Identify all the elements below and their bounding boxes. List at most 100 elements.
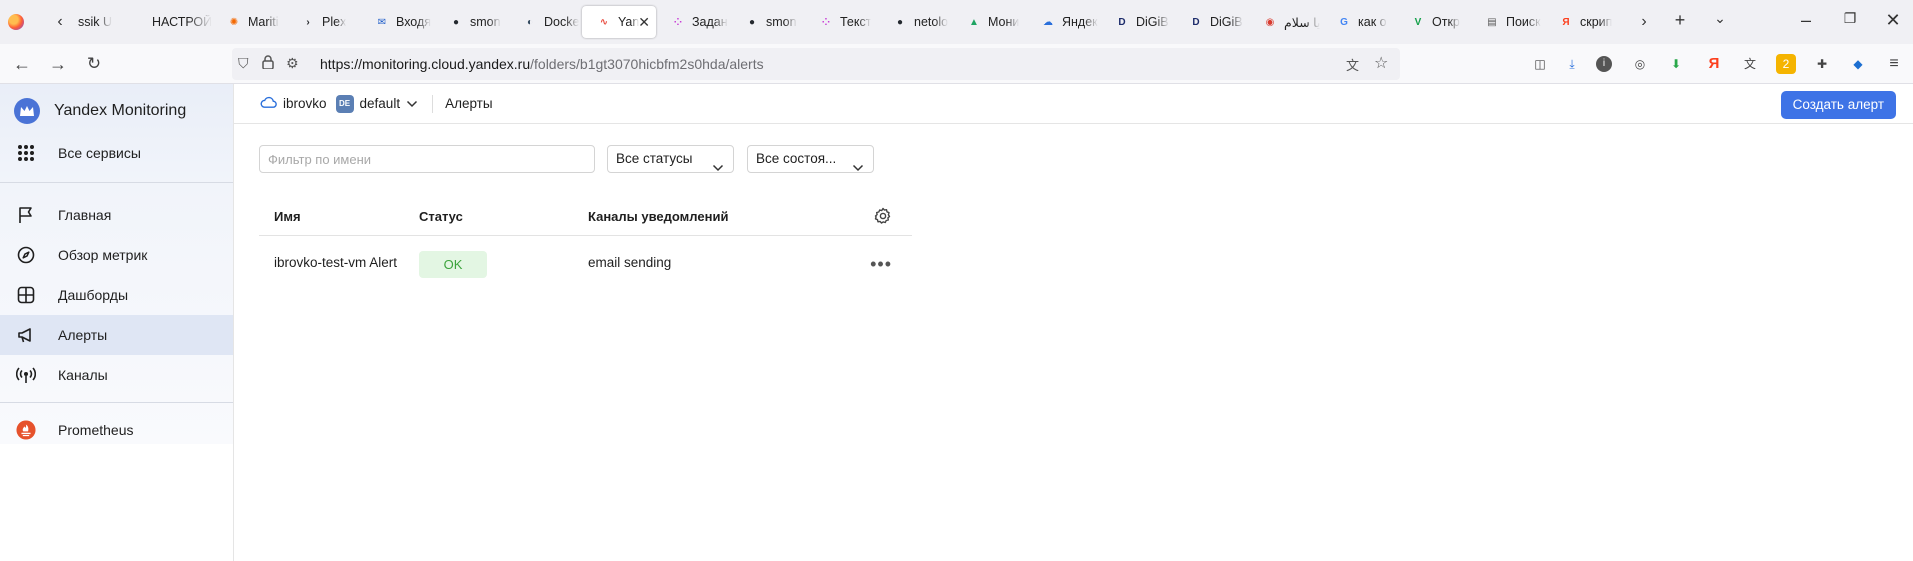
- browser-tab-label: Текст: [840, 15, 872, 29]
- minimize-window-icon[interactable]: –: [1794, 10, 1818, 31]
- dots-icon: ⁘: [821, 16, 831, 28]
- page-header: ibrovko DE default Алерты Создать алерт: [234, 84, 1913, 124]
- breadcrumb-folder-label: default: [359, 96, 401, 111]
- yandex-extension-icon[interactable]: Я: [1704, 54, 1724, 74]
- restore-window-icon[interactable]: ❐: [1838, 10, 1862, 27]
- sidebar-item-prometheus[interactable]: Prometheus: [0, 410, 233, 450]
- browser-tab[interactable]: ∿ Yan ✕: [582, 6, 656, 38]
- dots-icon: ⁘: [673, 16, 683, 28]
- browser-tab[interactable]: НАСТРОЙ: [138, 6, 212, 38]
- browser-tab[interactable]: ● smon: [434, 6, 508, 38]
- profile-extension-icon[interactable]: ◆: [1848, 54, 1868, 74]
- new-tab-icon[interactable]: +: [1668, 10, 1692, 31]
- download-helper-icon[interactable]: ⬇: [1666, 54, 1686, 74]
- sidebar-item-label: Главная: [58, 207, 112, 223]
- forward-icon[interactable]: →: [46, 52, 70, 76]
- firefox-menu-icon[interactable]: [8, 14, 24, 30]
- all-services-button[interactable]: Все сервисы: [0, 133, 233, 173]
- create-alert-button[interactable]: Создать алерт: [1780, 91, 1896, 119]
- back-icon[interactable]: ←: [10, 52, 34, 76]
- browser-tab-label: Мони: [988, 15, 1020, 29]
- site-permissions-icon[interactable]: ⚙: [286, 55, 299, 72]
- compass-icon: [16, 245, 36, 265]
- grafana-icon: ✺: [229, 16, 239, 28]
- app-menu-icon[interactable]: ≡: [1884, 54, 1904, 74]
- close-tab-icon[interactable]: ✕: [638, 14, 650, 30]
- close-window-icon[interactable]: ✕: [1881, 10, 1905, 31]
- browser-tab-label: НАСТРОЙ: [152, 15, 212, 29]
- state-filter-select[interactable]: Все состоя...: [747, 145, 874, 173]
- sidebar-divider: [0, 182, 233, 183]
- breadcrumb-cloud[interactable]: ibrovko: [260, 96, 327, 111]
- url-bar[interactable]: ⛉ ⚙ https://monitoring.cloud.yandex.ru/f…: [232, 48, 1400, 80]
- monitoring-logo-icon: [14, 98, 40, 124]
- folder-badge: DE: [335, 94, 354, 113]
- sidebar-item-channels[interactable]: Каналы: [0, 355, 233, 395]
- browser-tab-label: يا سلام: [1284, 15, 1321, 30]
- browser-tab[interactable]: D DiGiB: [1174, 6, 1248, 38]
- browser-tab[interactable]: Яскрип: [1544, 6, 1618, 38]
- tab-scroll-right-icon[interactable]: ›: [1634, 12, 1654, 32]
- browser-tab[interactable]: ✺ Mariti: [212, 6, 286, 38]
- browser-tab[interactable]: › Plex: [286, 6, 360, 38]
- browser-tab[interactable]: ssik U: [64, 6, 138, 38]
- breadcrumb-cloud-label: ibrovko: [283, 96, 327, 111]
- prometheus-icon: [16, 420, 36, 440]
- bookmark-star-icon[interactable]: ☆: [1374, 53, 1388, 73]
- lock-icon[interactable]: [262, 55, 274, 72]
- browser-tab[interactable]: D DiGiB: [1100, 6, 1174, 38]
- browser-tab[interactable]: ● smon: [730, 6, 804, 38]
- chevron-down-icon: [406, 96, 418, 111]
- browser-tab[interactable]: ⁘ Задан: [656, 6, 730, 38]
- pocket-icon[interactable]: ◫: [1530, 54, 1550, 74]
- browser-tab[interactable]: ✉ Входя: [360, 6, 434, 38]
- table-row[interactable]: ibrovko-test-vm Alert OK email sending •…: [259, 236, 912, 290]
- shield-icon[interactable]: ⛉: [238, 55, 249, 72]
- browser-tab[interactable]: ▤ Поиск: [1470, 6, 1544, 38]
- browser-tab-label: Yan: [618, 15, 640, 29]
- browser-tab[interactable]: ☁ Яндек: [1026, 6, 1100, 38]
- table-settings-gear-icon[interactable]: [874, 207, 892, 228]
- alert-name[interactable]: ibrovko-test-vm Alert: [274, 255, 397, 270]
- sidebar-item-label: Дашборды: [58, 287, 128, 303]
- column-header-channels[interactable]: Каналы уведомлений: [588, 209, 728, 224]
- browser-tab[interactable]: V Откр: [1396, 6, 1470, 38]
- reload-icon[interactable]: ↻: [82, 52, 106, 76]
- downloads-icon[interactable]: ⤓: [1562, 54, 1582, 74]
- brand[interactable]: Yandex Monitoring: [14, 98, 186, 124]
- browser-tab-label: netolo: [914, 15, 949, 29]
- sidebar-item-home[interactable]: Главная: [0, 195, 233, 235]
- cloud-icon: ☁: [1043, 16, 1053, 28]
- browser-tab[interactable]: ◉ يا سلام: [1248, 6, 1322, 38]
- row-actions-more-icon[interactable]: •••: [870, 254, 892, 275]
- github-icon: ●: [452, 16, 460, 28]
- sidebar-item-alerts[interactable]: Алерты: [0, 315, 233, 355]
- browser-tab[interactable]: ● netolo: [878, 6, 952, 38]
- extension-badge-icon[interactable]: 2: [1776, 54, 1796, 74]
- status-filter-select[interactable]: Все статусы: [607, 145, 734, 173]
- browser-tab[interactable]: Gкак о: [1322, 6, 1396, 38]
- browser-tab[interactable]: ◐ Docke: [508, 6, 582, 38]
- extension-ring-icon[interactable]: ◎: [1630, 54, 1650, 74]
- table-header: Имя Статус Каналы уведомлений: [259, 196, 912, 236]
- column-header-name[interactable]: Имя: [274, 209, 301, 224]
- circle-icon: ◉: [1265, 16, 1275, 28]
- url-host: https://monitoring.cloud.yandex.ru: [320, 56, 531, 72]
- extensions-puzzle-icon[interactable]: ✚: [1812, 54, 1832, 74]
- browser-tab[interactable]: ⁘ Текст: [804, 6, 878, 38]
- browser-tab[interactable]: ▲ Мони: [952, 6, 1026, 38]
- cloud-icon: [260, 96, 277, 111]
- list-tabs-icon[interactable]: ⌄: [1708, 10, 1732, 27]
- sidebar-item-metrics[interactable]: Обзор метрик: [0, 235, 233, 275]
- sidebar-item-dashboards[interactable]: Дашборды: [0, 275, 233, 315]
- url-text[interactable]: https://monitoring.cloud.yandex.ru/folde…: [320, 56, 764, 72]
- translate-icon[interactable]: 文: [1346, 55, 1359, 74]
- name-filter-input[interactable]: [259, 145, 595, 173]
- browser-tab-label: как о: [1358, 15, 1387, 29]
- browser-tab-bar: ‹ ssik U НАСТРОЙ ✺ Mariti › Plex ✉ Входя ● smon ◐ D…: [0, 0, 1913, 44]
- info-extension-icon[interactable]: i: [1596, 56, 1612, 72]
- column-header-status[interactable]: Статус: [419, 209, 463, 224]
- breadcrumb-folder[interactable]: DE default: [335, 94, 419, 113]
- translate-extension-icon[interactable]: 文: [1740, 54, 1760, 74]
- sidebar: Yandex Monitoring Все сервисы Главная Об…: [0, 84, 234, 561]
